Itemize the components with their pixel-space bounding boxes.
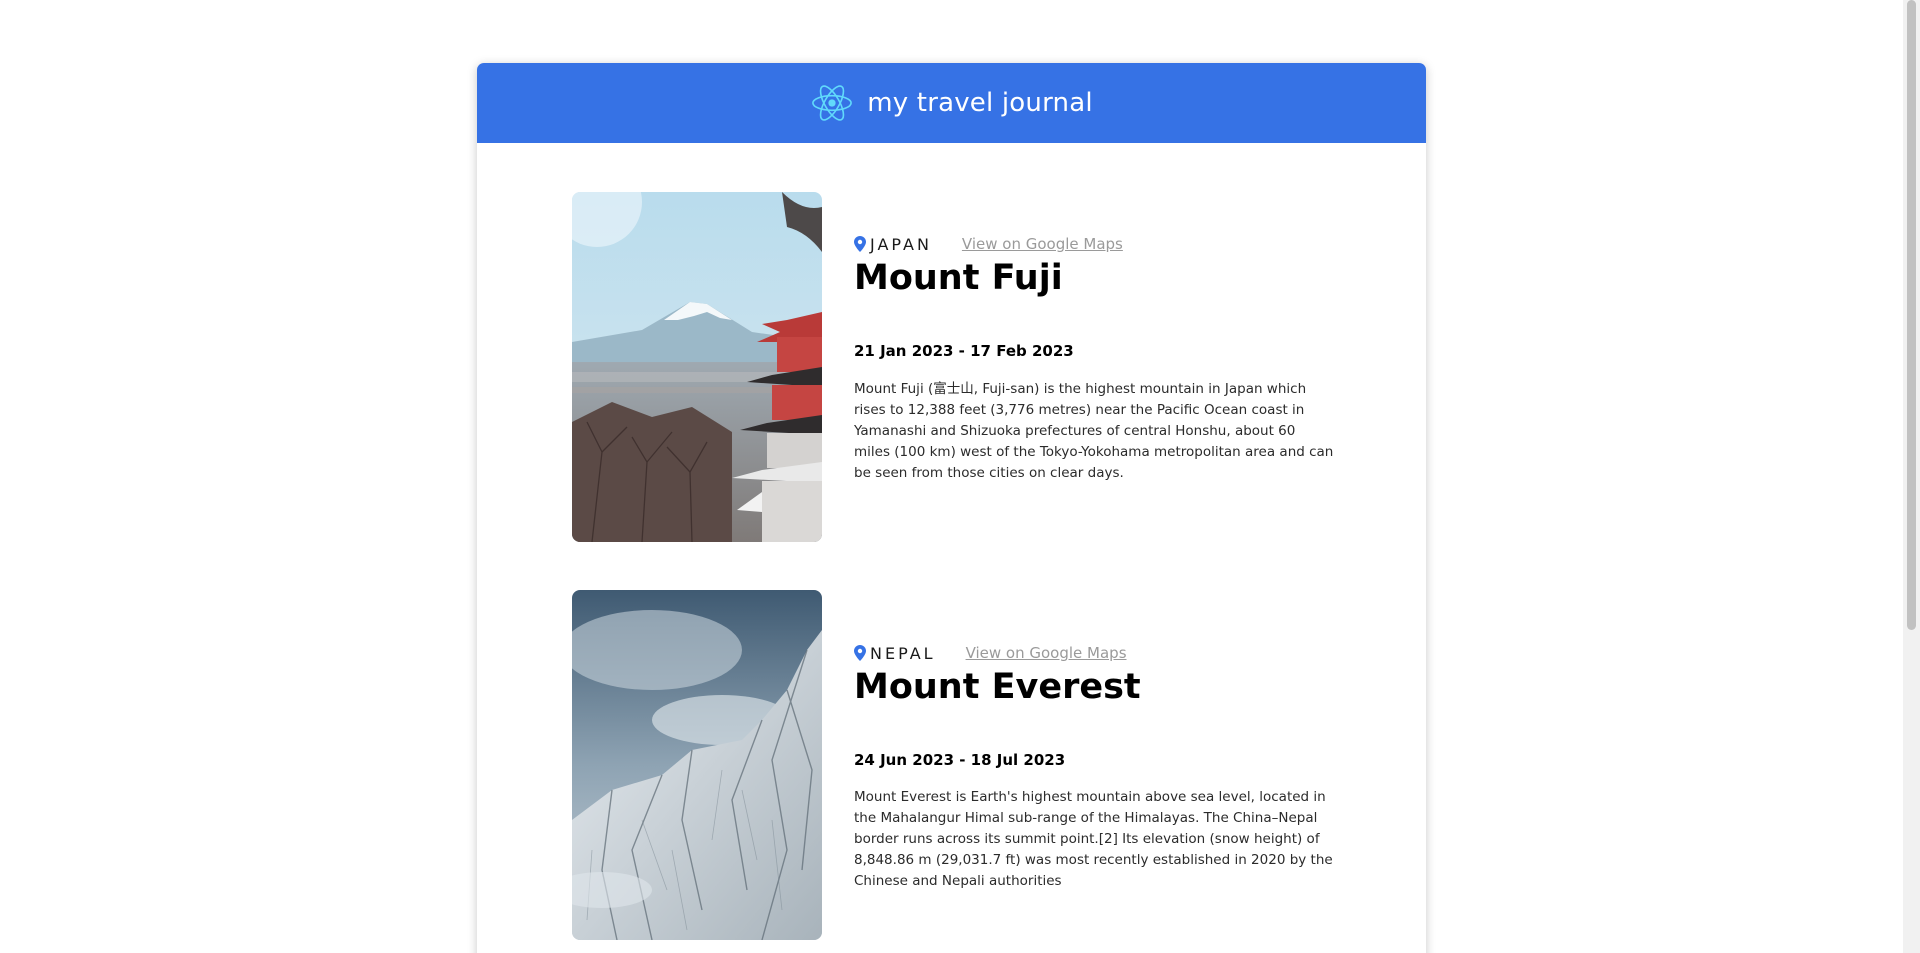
mount-everest-image xyxy=(572,590,822,940)
location-row: JAPAN View on Google Maps xyxy=(854,232,1123,256)
location-pin-icon xyxy=(854,236,866,252)
app-title: my travel journal xyxy=(867,88,1093,118)
place-description: Mount Everest is Earth's highest mountai… xyxy=(854,789,1333,889)
country-label: JAPAN xyxy=(870,234,932,254)
journal-entry: JAPAN View on Google Maps Mount Fuji 21 … xyxy=(572,192,1352,544)
location-pin-icon xyxy=(854,645,866,661)
entry-photo-everest xyxy=(572,590,822,940)
page-scrollbar[interactable] xyxy=(1903,0,1920,953)
google-maps-link[interactable]: View on Google Maps xyxy=(966,644,1127,662)
trip-dates: 21 Jan 2023 - 17 Feb 2023 xyxy=(854,342,1074,360)
scrollbar-thumb[interactable] xyxy=(1907,0,1916,630)
page: my travel journal JAPAN View on Google M… xyxy=(0,0,1920,953)
journal-entry: NEPAL View on Google Maps Mount Everest … xyxy=(572,590,1352,942)
place-description: Mount Fuji (富士山, Fuji-san) is the highes… xyxy=(854,381,1334,481)
place-title: Mount Everest xyxy=(854,667,1141,707)
header: my travel journal xyxy=(477,63,1426,143)
entry-photo-fuji xyxy=(572,192,822,542)
journal-card: my travel journal JAPAN View on Google M… xyxy=(477,63,1426,953)
location-row: NEPAL View on Google Maps xyxy=(854,641,1127,665)
country-label: NEPAL xyxy=(870,643,936,663)
trip-dates: 24 Jun 2023 - 18 Jul 2023 xyxy=(854,751,1066,769)
google-maps-link[interactable]: View on Google Maps xyxy=(962,235,1123,253)
react-atom-icon xyxy=(812,85,853,121)
place-title: Mount Fuji xyxy=(854,258,1063,298)
mount-fuji-image xyxy=(572,192,822,542)
